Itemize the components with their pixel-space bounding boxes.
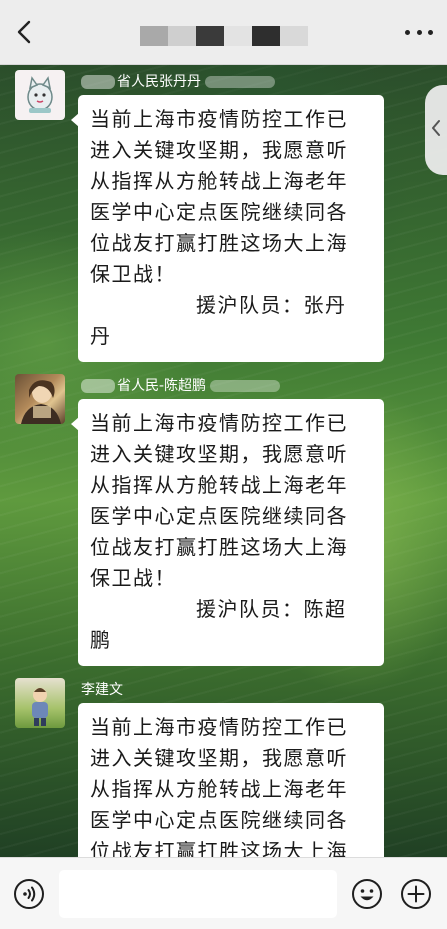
message-line: 医学中心定点医院继续同各 bbox=[90, 504, 348, 528]
message-line: 保卫战！ bbox=[90, 262, 176, 286]
input-bar bbox=[0, 857, 447, 929]
side-drawer-tab[interactable] bbox=[425, 85, 447, 175]
emoji-button[interactable] bbox=[351, 878, 383, 910]
message-line: 医学中心定点医院继续同各 bbox=[90, 200, 348, 224]
portrait-avatar bbox=[21, 380, 61, 424]
sender-name: 省人民张丹丹 bbox=[81, 72, 275, 92]
message-line: 当前上海市疫情防控工作已 bbox=[90, 411, 348, 435]
sender-name: 省人民-陈超鹏 bbox=[81, 376, 281, 396]
message-line: 从指挥从方舱转战上海老年 bbox=[90, 169, 348, 193]
message-line: 进入关键攻坚期，我愿意听 bbox=[90, 442, 348, 466]
message-line: 位战友打赢打胜这场大上海 bbox=[90, 231, 348, 255]
message-line: 从指挥从方舱转战上海老年 bbox=[90, 473, 348, 497]
chevron-left-icon bbox=[432, 120, 440, 136]
voice-icon bbox=[14, 879, 44, 909]
child-photo-avatar bbox=[32, 688, 48, 726]
message-line: 当前上海市疫情防控工作已 bbox=[90, 715, 348, 739]
avatar[interactable] bbox=[15, 374, 65, 424]
emoji-icon bbox=[352, 879, 382, 909]
message-bubble[interactable]: 当前上海市疫情防控工作已 进入关键攻坚期，我愿意听 从指挥从方舱转战上海老年 医… bbox=[78, 703, 384, 873]
more-button[interactable] bbox=[405, 22, 433, 42]
message-line: 医学中心定点医院继续同各 bbox=[90, 808, 348, 832]
chat-title-redacted bbox=[140, 26, 308, 46]
message-signature-wrap: 丹 bbox=[90, 324, 112, 348]
message-line: 从指挥从方舱转战上海老年 bbox=[90, 777, 348, 801]
message-line: 保卫战！ bbox=[90, 566, 176, 590]
chevron-left-icon bbox=[17, 20, 31, 44]
message-signature: 援沪队员：张丹 bbox=[196, 293, 347, 317]
plus-circle-icon bbox=[401, 879, 431, 909]
message-line: 当前上海市疫情防控工作已 bbox=[90, 107, 348, 131]
more-functions-button[interactable] bbox=[400, 878, 432, 910]
cartoon-cat-avatar bbox=[27, 76, 53, 113]
message-bubble[interactable]: 当前上海市疫情防控工作已 进入关键攻坚期，我愿意听 从指挥从方舱转战上海老年 医… bbox=[71, 399, 384, 666]
back-button[interactable] bbox=[10, 16, 40, 48]
chat-header bbox=[0, 0, 447, 65]
message-bubble[interactable]: 当前上海市疫情防控工作已 进入关键攻坚期，我愿意听 从指挥从方舱转战上海老年 医… bbox=[71, 95, 384, 362]
avatar[interactable] bbox=[15, 70, 65, 120]
message-line: 进入关键攻坚期，我愿意听 bbox=[90, 746, 348, 770]
sender-name: 李建文 bbox=[81, 682, 123, 698]
avatar[interactable] bbox=[15, 678, 65, 728]
more-dots-icon bbox=[405, 29, 410, 35]
message-signature-wrap: 鹏 bbox=[90, 628, 112, 652]
message-input[interactable] bbox=[59, 870, 337, 918]
voice-button[interactable] bbox=[13, 878, 45, 910]
message-line: 位战友打赢打胜这场大上海 bbox=[90, 535, 348, 559]
message-signature: 援沪队员：陈超 bbox=[196, 597, 347, 621]
message-line: 进入关键攻坚期，我愿意听 bbox=[90, 138, 348, 162]
